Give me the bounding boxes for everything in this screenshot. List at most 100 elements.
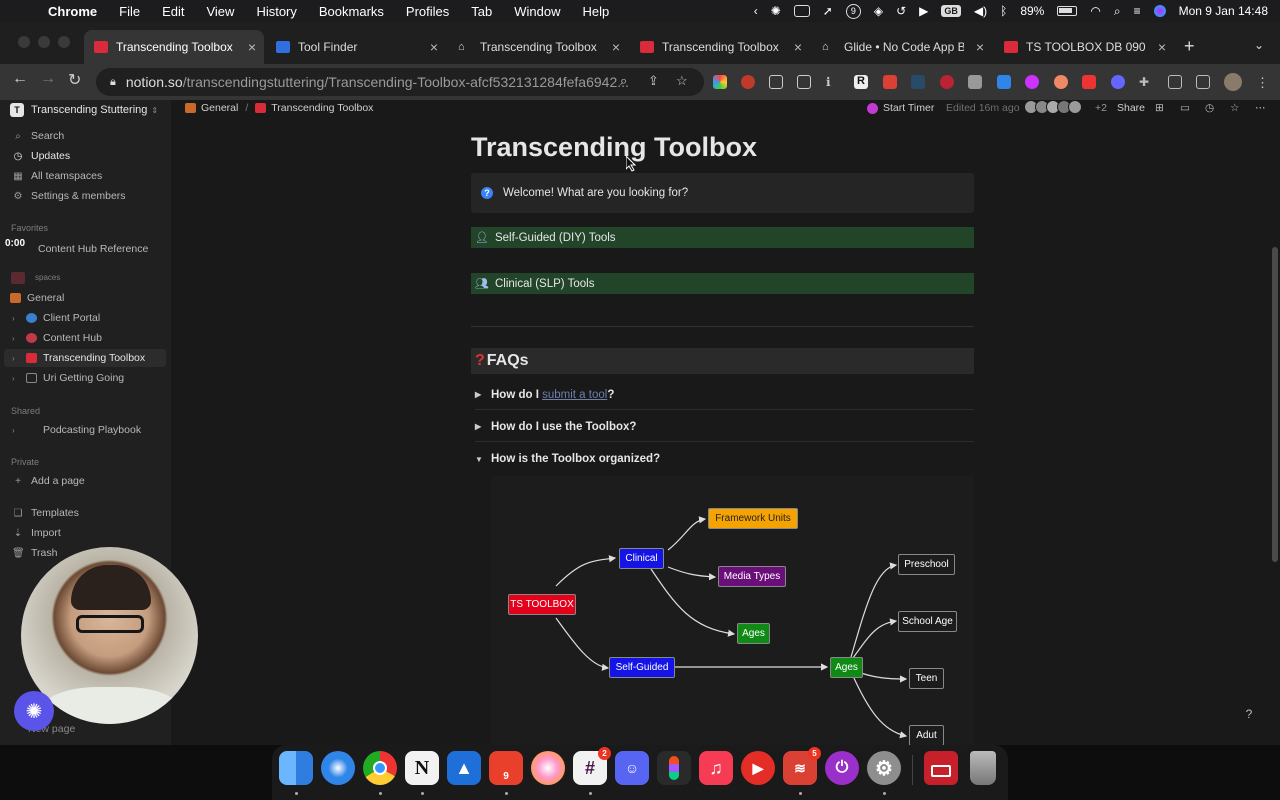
puzzle-extension-icon[interactable]: ✚ [1139,75,1153,89]
chrome-icon[interactable] [363,751,397,785]
trash-icon[interactable] [970,751,996,785]
browser-tab-5[interactable]: ⌂ Glide • No Code App Bu × [812,30,992,64]
triangle-right-icon[interactable]: ▶ [475,422,487,431]
menu-help[interactable]: Help [583,4,610,19]
back-circle-icon[interactable]: ↺ [896,4,906,18]
close-tab-icon[interactable]: × [1158,39,1166,55]
forward-arrow-icon[interactable]: → [40,70,56,88]
triangle-down-icon[interactable]: ▼ [475,455,487,464]
discord-icon[interactable]: ☺ [615,751,649,785]
play-circle-icon[interactable]: ▶ [919,4,928,18]
control-center-icon[interactable]: ≡ [1134,4,1141,18]
page-scrollbar[interactable] [1272,247,1278,562]
chevron-right-icon[interactable]: › [12,314,20,323]
chrome-menu-icon[interactable]: ⋮ [1256,75,1270,90]
close-tab-icon[interactable]: × [430,39,438,55]
submit-tool-link[interactable]: submit a tool [542,389,607,401]
menu-file[interactable]: File [119,4,140,19]
close-tab-icon[interactable]: × [976,39,984,55]
browser-tab-4[interactable]: Transcending Toolbox × [630,30,810,64]
window-extension-icon[interactable] [769,75,783,89]
b-extension-icon[interactable] [940,75,954,89]
notion-icon[interactable]: N [405,751,439,785]
figma-icon[interactable] [657,751,691,785]
toolbox-icon[interactable] [924,751,958,785]
search-icon[interactable]: ⌕ [620,73,627,89]
sidebar-item-content-hub[interactable]: › Content Hub [12,329,102,347]
sidebar-item-templates[interactable]: ❏ Templates [12,504,79,522]
wifi-icon[interactable]: ◠ [1090,4,1100,18]
back-arrow-icon[interactable]: ← [12,70,28,88]
youtube-icon[interactable]: ▶ [741,751,775,785]
chevron-right-icon[interactable]: › [12,426,20,435]
breadcrumb-general[interactable]: General [201,102,238,114]
safari-icon[interactable] [321,751,355,785]
help-button[interactable]: ? [1241,706,1257,722]
sidebar-item-trash[interactable]: 🗑︎ Trash [12,544,57,562]
chevron-right-icon[interactable]: › [12,374,20,383]
power-app-icon[interactable]: ⏻ [825,751,859,785]
menu-window[interactable]: Window [514,4,560,19]
collaborator-avatars[interactable] [1024,100,1082,114]
zoom-window-button[interactable] [58,36,70,48]
side-panel-icon[interactable] [1196,75,1210,89]
faq-toggle-use-toolbox[interactable]: ▶ How do I use the Toolbox? [475,412,974,442]
download-extension-icon[interactable] [997,75,1011,89]
start-timer-button[interactable]: Start Timer [867,102,934,114]
browser-tab-3[interactable]: ⌂ Transcending Toolbox - G × [448,30,628,64]
sidebar-item-podcasting-playbook[interactable]: › Podcasting Playbook [12,421,141,439]
menu-bookmarks[interactable]: Bookmarks [319,4,384,19]
workspace-switcher[interactable]: T Transcending Stuttering ⇕ [10,102,158,118]
screen-icon[interactable] [793,5,810,17]
history-clock-icon[interactable]: ◷ [1205,102,1214,114]
menu-history[interactable]: History [256,4,296,19]
close-window-button[interactable] [18,36,30,48]
faq-toggle-submit-tool[interactable]: ▶ How do I submit a tool? [475,380,974,410]
grammar-extension-icon[interactable] [1054,75,1068,89]
page-title[interactable]: Transcending Toolbox [471,132,757,163]
sidebar-item-settings[interactable]: ⚙ Settings & members [12,187,126,205]
browser-tab-2[interactable]: Tool Finder × [266,30,446,64]
sidebar-item-updates[interactable]: ◷ Updates [12,147,70,165]
search-icon[interactable]: ⌕ [1114,4,1121,19]
layout-grid-icon[interactable]: ⊞ [1155,102,1164,114]
chevron-left-icon[interactable]: ‹ [754,4,758,18]
calendar-badge-icon[interactable]: 9 [845,3,861,19]
broadcast-icon[interactable]: ➚ [823,4,833,18]
more-options-icon[interactable]: ⋯ [1255,102,1266,114]
music-icon[interactable]: ♫ [699,751,733,785]
sidebar-item-transcending-toolbox[interactable]: › Transcending Toolbox [4,349,166,367]
share-icon[interactable]: ⇪ [648,73,659,89]
system-settings-icon[interactable]: ⚙ [867,751,901,785]
sidebar-item-client-portal[interactable]: › Client Portal [12,309,100,327]
todoist-icon[interactable]: ≋ 5 [783,747,821,785]
close-tab-icon[interactable]: × [794,39,802,55]
bluetooth-icon[interactable]: ᛒ [1000,4,1007,18]
reading-list-icon[interactable] [1168,75,1182,89]
info-extension-icon[interactable]: ℹ [826,75,840,89]
menu-chrome[interactable]: Chrome [48,4,97,19]
sidebar-item-general[interactable]: General [10,289,64,307]
triangle-right-icon[interactable]: ▶ [475,390,487,399]
menu-profiles[interactable]: Profiles [406,4,449,19]
camera-extension-icon[interactable] [968,75,982,89]
readwise-extension-icon[interactable]: R [854,75,868,89]
close-tab-icon[interactable]: × [612,39,620,55]
new-tab-icon[interactable]: + [1184,36,1195,57]
layers-icon[interactable]: ◈ [874,4,883,18]
bars-extension-icon[interactable] [911,75,925,89]
volume-icon[interactable]: ◀) [974,4,987,18]
sidebar-item-teamspaces[interactable]: ▦ All teamspaces [12,167,102,185]
menu-tab[interactable]: Tab [471,4,492,19]
photos-icon[interactable] [531,751,565,785]
add-page-button[interactable]: + Add a page [12,472,85,490]
edit-extension-icon[interactable] [797,75,811,89]
menu-edit[interactable]: Edit [162,4,184,19]
pen-extension-icon[interactable] [741,75,755,89]
purple-extension-icon[interactable] [1025,75,1039,89]
breadcrumb-transcending-toolbox[interactable]: Transcending Toolbox [271,102,373,114]
chevron-right-icon[interactable]: › [12,354,20,363]
keyboard-language-badge[interactable]: GB [941,5,961,17]
clinical-tools-link[interactable]: 👥︎ Clinical (SLP) Tools [471,273,974,294]
browser-tab-1[interactable]: Transcending Toolbox × [84,30,264,64]
